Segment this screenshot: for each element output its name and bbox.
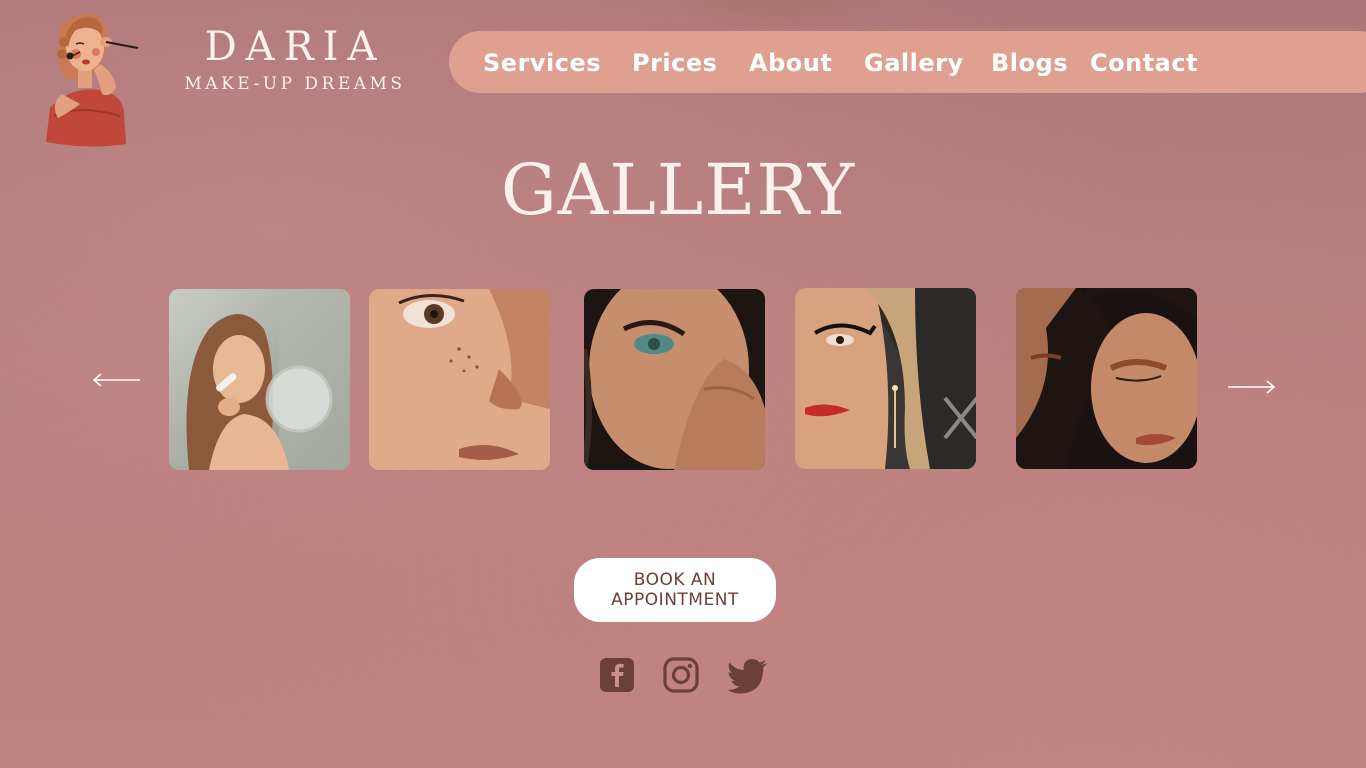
photo-woman-blush-image bbox=[169, 289, 350, 470]
nav-item-prices[interactable]: Prices bbox=[632, 31, 717, 93]
instagram-link[interactable] bbox=[662, 656, 700, 694]
instagram-icon bbox=[663, 657, 699, 693]
logo-illustration bbox=[40, 8, 145, 148]
gallery-photo-5[interactable] bbox=[1016, 288, 1197, 469]
photo-teal-eyeshadow-image bbox=[584, 289, 765, 470]
photo-freckled-face-image bbox=[369, 289, 550, 470]
carousel-prev-arrow[interactable] bbox=[92, 370, 142, 390]
brand[interactable]: DARIA MAKE-UP DREAMS bbox=[170, 22, 420, 94]
nav-item-about[interactable]: About bbox=[749, 31, 832, 93]
brand-tagline: MAKE-UP DREAMS bbox=[184, 74, 406, 94]
decorative-smudge bbox=[660, 0, 890, 30]
twitter-icon bbox=[727, 659, 767, 694]
twitter-link[interactable] bbox=[727, 656, 769, 694]
gallery-photo-3[interactable] bbox=[584, 289, 765, 470]
main-nav: Services Prices About Gallery Blogs Cont… bbox=[449, 31, 1366, 93]
brand-name: DARIA bbox=[204, 24, 386, 70]
facebook-link[interactable] bbox=[598, 656, 636, 694]
page-title: GALLERY bbox=[500, 149, 856, 231]
book-appointment-label-line1: BOOK AN bbox=[633, 570, 717, 590]
photo-two-women-image bbox=[1016, 288, 1197, 469]
arrow-left-icon bbox=[92, 373, 140, 387]
arrow-right-icon bbox=[1228, 380, 1276, 394]
nav-item-blogs[interactable]: Blogs bbox=[991, 31, 1068, 93]
photo-graphic-eyeliner-image bbox=[795, 288, 976, 469]
gallery-photo-2[interactable] bbox=[369, 289, 550, 470]
gallery-photo-4[interactable] bbox=[795, 288, 976, 469]
carousel-next-arrow[interactable] bbox=[1226, 377, 1276, 397]
book-appointment-button[interactable]: BOOK AN APPOINTMENT bbox=[574, 558, 776, 622]
gallery-photo-1[interactable] bbox=[169, 289, 350, 470]
book-appointment-label-line2: APPOINTMENT bbox=[611, 590, 739, 610]
nav-item-services[interactable]: Services bbox=[483, 31, 601, 93]
facebook-icon bbox=[600, 658, 634, 692]
nav-item-contact[interactable]: Contact bbox=[1090, 31, 1198, 93]
nav-item-gallery[interactable]: Gallery bbox=[864, 31, 964, 93]
